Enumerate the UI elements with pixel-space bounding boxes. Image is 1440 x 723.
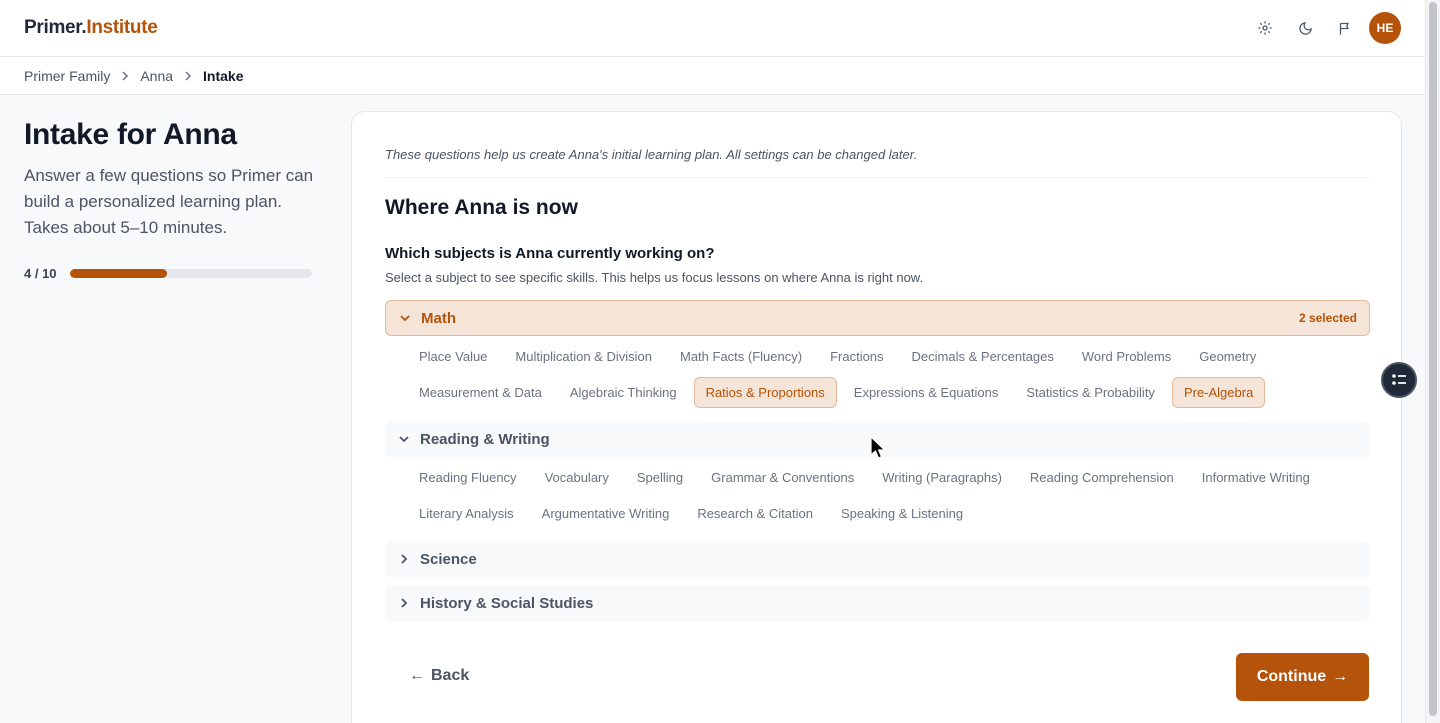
continue-label: Continue [1256,668,1327,685]
skill-chip[interactable]: Spelling [626,462,694,493]
flag-icon[interactable] [1334,17,1356,39]
skill-chip[interactable]: Reading Fluency [408,462,528,493]
top-bar: Primer.Institute HE [0,0,1425,57]
question-label: Which subjects is Anna currently working… [385,245,715,262]
chevron-down-icon [397,432,411,446]
page-description: Answer a few questions so Primer can bui… [24,166,314,237]
avatar[interactable]: HE [1369,12,1401,44]
skill-chip[interactable]: Research & Citation [686,498,824,529]
divider [385,177,1370,178]
breadcrumb-anna[interactable]: Anna [140,68,173,84]
back-label: Back [431,667,470,684]
subject-math-header[interactable]: Math 2 selected [385,300,1370,336]
skill-chip[interactable]: Writing (Paragraphs) [871,462,1013,493]
chevron-right-icon [120,70,130,81]
skill-chip[interactable]: Ratios & Proportions [693,377,837,408]
skill-chip[interactable]: Pre-Algebra [1171,377,1266,408]
question-helptext: Select a subject to see specific skills.… [385,270,924,285]
skill-chip[interactable]: Multiplication & Division [504,341,663,372]
chevron-down-icon [398,311,412,325]
skill-chip[interactable]: Math Facts (Fluency) [669,341,813,372]
skill-chip[interactable]: Grammar & Conventions [700,462,865,493]
scrollbar-thumb[interactable] [1429,2,1437,716]
gear-icon[interactable] [1254,17,1276,39]
selected-count-badge: 2 selected [1298,311,1357,325]
section-title: Where Anna is now [385,196,578,219]
skill-chip[interactable]: Statistics & Probability [1015,377,1166,408]
skill-chip[interactable]: Speaking & Listening [830,498,974,529]
skill-chip[interactable]: Informative Writing [1191,462,1321,493]
arrow-right-icon: → [1332,668,1349,685]
skill-chip[interactable]: Fractions [819,341,894,372]
subject-science-header[interactable]: Science [385,541,1370,577]
chevron-right-icon [183,70,193,81]
back-button[interactable]: ← Back [409,667,469,685]
skill-chip[interactable]: Vocabulary [534,462,620,493]
breadcrumb-current: Intake [203,67,244,84]
chevron-right-icon [397,552,411,566]
page-title: Intake for Anna [24,118,237,151]
logo-institute: Institute [86,17,158,38]
intake-card: These questions help us create Anna's in… [351,111,1402,723]
skill-chip[interactable]: Geometry [1188,341,1267,372]
skill-chip[interactable]: Literary Analysis [408,498,525,529]
reading-writing-skills-row-2: Literary Analysis Argumentative Writing Re… [408,498,974,529]
skill-chip[interactable]: Argumentative Writing [531,498,681,529]
progress-label: 4 / 10 [24,266,57,281]
skill-chip[interactable]: Measurement & Data [408,377,553,408]
subject-science-label: Science [420,550,477,568]
subject-math-label: Math [421,309,456,327]
skill-chip[interactable]: Algebraic Thinking [559,377,688,408]
progress-bar [70,269,312,278]
arrow-left-icon: ← [409,667,425,684]
breadcrumb: Primer Family Anna Intake [0,57,1425,95]
page-scrollbar[interactable] [1425,0,1440,723]
skill-chip[interactable]: Decimals & Percentages [901,341,1065,372]
mouse-cursor-icon [870,436,886,459]
logo-primer: Primer. [24,17,87,38]
skill-chip[interactable]: Reading Comprehension [1019,462,1185,493]
continue-button[interactable]: Continue → [1236,653,1369,701]
chevron-right-icon [397,596,411,610]
skill-chip[interactable]: Word Problems [1071,341,1182,372]
outline-toggle-icon[interactable] [1381,362,1417,398]
math-skills-row-1: Place Value Multiplication & Division Math… [408,341,1267,372]
skill-chip[interactable]: Expressions & Equations [843,377,1010,408]
subject-reading-writing-label: Reading & Writing [420,430,550,448]
logo[interactable]: Primer.Institute [24,17,158,39]
breadcrumb-primer-family[interactable]: Primer Family [24,68,110,84]
moon-icon[interactable] [1294,17,1316,39]
intro-text: These questions help us create Anna's in… [385,147,918,162]
progress-fill [70,269,167,278]
subject-history-label: History & Social Studies [420,594,594,612]
math-skills-row-2: Measurement & Data Algebraic Thinking Rati… [408,377,1266,408]
reading-writing-skills-row-1: Reading Fluency Vocabulary Spelling Grammar… [408,462,1321,493]
skill-chip[interactable]: Place Value [408,341,498,372]
subject-history-header[interactable]: History & Social Studies [385,585,1370,621]
